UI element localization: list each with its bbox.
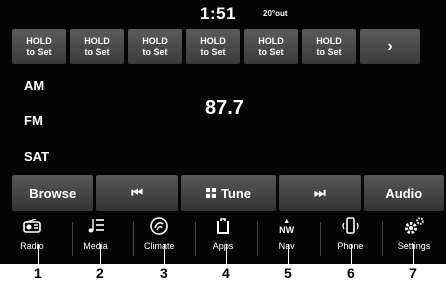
infotainment-screen: 1:51 20°out HOLD to Set HOLD to Set HOLD…	[0, 0, 446, 264]
compass-icon: ▲ NW	[279, 217, 295, 235]
nav-navigation-label: Nav	[278, 241, 295, 251]
callout-line-1	[38, 244, 39, 266]
nav-settings[interactable]: Settings	[384, 213, 444, 264]
skip-forward-icon: ⏭	[314, 185, 326, 200]
bottom-nav: Radio Media Climate Apps ▲ NW Nav Settin…	[0, 213, 446, 264]
callout-line-6	[351, 244, 352, 266]
preset-5-line1: HOLD	[258, 35, 284, 46]
browse-button[interactable]: Browse	[12, 175, 94, 211]
nav-media-label: Media	[83, 241, 108, 251]
grid-icon	[205, 188, 216, 198]
nav-radio-label: Radio	[20, 241, 44, 251]
clock: 1:51	[200, 4, 237, 23]
callout-6: 6	[347, 265, 355, 281]
preset-3[interactable]: HOLD to Set	[128, 29, 182, 64]
nav-divider	[133, 222, 134, 256]
audio-label: Audio	[385, 185, 423, 201]
control-bar: Browse ⏮ Tune ⏭ Audio	[12, 175, 444, 211]
apps-icon	[216, 213, 230, 239]
band-sat-button[interactable]: SAT	[24, 149, 49, 164]
nav-navigation[interactable]: ▲ NW Nav	[257, 213, 317, 264]
preset-5-line2: to Set	[258, 46, 284, 57]
preset-6-line1: HOLD	[316, 35, 342, 46]
callout-line-5	[288, 244, 289, 266]
nav-settings-label: Settings	[397, 241, 431, 251]
preset-2[interactable]: HOLD to Set	[70, 29, 124, 64]
preset-row: HOLD to Set HOLD to Set HOLD to Set HOLD…	[12, 29, 444, 64]
callout-3: 3	[160, 265, 168, 281]
band-am-button[interactable]: AM	[24, 78, 44, 93]
nav-divider	[195, 222, 196, 256]
nav-climate[interactable]: Climate	[129, 213, 189, 264]
callout-1: 1	[34, 265, 42, 281]
preset-4-line2: to Set	[200, 46, 226, 57]
preset-2-line2: to Set	[84, 46, 110, 57]
outside-temperature: 20°out	[263, 9, 288, 18]
nav-apps-label: Apps	[212, 241, 234, 251]
phone-icon	[340, 213, 360, 239]
nav-media[interactable]: Media	[66, 213, 126, 264]
preset-next-button[interactable]: ›	[360, 29, 420, 64]
skip-back-icon: ⏮	[131, 185, 143, 200]
radio-icon	[23, 213, 41, 239]
preset-1-line1: HOLD	[26, 35, 52, 46]
callout-line-2	[100, 244, 101, 266]
media-icon	[87, 213, 105, 239]
chevron-right-icon: ›	[387, 38, 393, 55]
callout-line-3	[164, 244, 165, 266]
climate-icon	[149, 213, 169, 239]
nav-divider	[382, 222, 383, 256]
preset-4[interactable]: HOLD to Set	[186, 29, 240, 64]
nav-divider	[257, 222, 258, 256]
preset-5[interactable]: HOLD to Set	[244, 29, 298, 64]
preset-3-line1: HOLD	[142, 35, 168, 46]
callout-4: 4	[222, 265, 230, 281]
preset-3-line2: to Set	[142, 46, 168, 57]
nav-divider	[320, 222, 321, 256]
preset-6[interactable]: HOLD to Set	[302, 29, 356, 64]
callout-5: 5	[284, 265, 292, 281]
preset-2-line1: HOLD	[84, 35, 110, 46]
band-fm-button[interactable]: FM	[24, 113, 43, 128]
nav-divider	[72, 222, 73, 256]
seek-forward-button[interactable]: ⏭	[279, 175, 361, 211]
preset-1-line2: to Set	[26, 46, 52, 57]
frequency-display: 87.7	[205, 97, 244, 119]
tune-label: Tune	[220, 185, 252, 201]
audio-button[interactable]: Audio	[363, 175, 444, 211]
tune-button[interactable]: Tune	[180, 175, 277, 211]
preset-4-line1: HOLD	[200, 35, 226, 46]
nav-radio[interactable]: Radio	[2, 213, 62, 264]
callout-2: 2	[96, 265, 104, 281]
compass-direction: NW	[279, 224, 295, 235]
preset-6-line2: to Set	[316, 46, 342, 57]
status-bar: 1:51 20°out	[0, 0, 446, 26]
seek-back-button[interactable]: ⏮	[96, 175, 178, 211]
gear-icon	[403, 213, 425, 239]
browse-label: Browse	[29, 185, 77, 201]
preset-1[interactable]: HOLD to Set	[12, 29, 66, 64]
callout-line-4	[226, 244, 227, 266]
callout-line-7	[413, 244, 414, 266]
callout-7: 7	[409, 265, 417, 281]
nav-climate-label: Climate	[143, 241, 175, 251]
nav-apps[interactable]: Apps	[193, 213, 253, 264]
